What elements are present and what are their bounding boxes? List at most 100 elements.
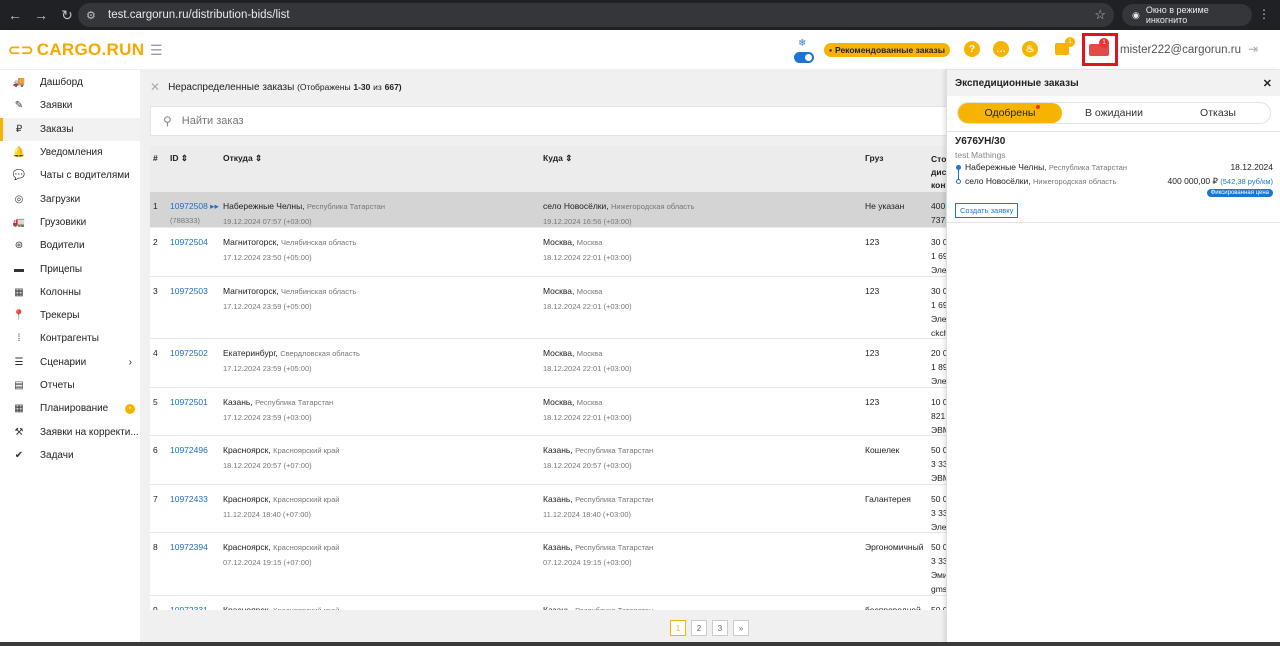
page-button[interactable]: »	[733, 620, 749, 636]
sidebar-item-label: Контрагенты	[40, 333, 99, 345]
browser-menu-icon[interactable]: ⋮	[1258, 7, 1270, 21]
order-id-link[interactable]: 10972496	[170, 445, 208, 455]
to-datetime: 11.12.2024 18:40 (+03:00)	[543, 510, 632, 519]
col-from[interactable]: Откуда ⇕	[223, 153, 262, 164]
sidebar-item-icon: ⁞	[17, 333, 21, 345]
order-id-link[interactable]: 10972501	[170, 397, 208, 407]
cargo: 123	[865, 397, 880, 407]
tab-approved[interactable]: Одобрены	[958, 103, 1062, 123]
sidebar-item[interactable]: ⁞ Контрагенты	[0, 327, 140, 350]
col-to[interactable]: Куда ⇕	[543, 153, 572, 164]
fire-icon[interactable]: ♨	[1022, 41, 1038, 57]
address-bar[interactable]: ⚙ test.cargorun.ru/distribution-bids/lis…	[78, 3, 1114, 27]
order-id-link[interactable]: 10972331	[170, 605, 208, 610]
back-icon[interactable]: ←	[4, 4, 26, 26]
sidebar-item-icon: ◎	[14, 193, 24, 205]
table-row[interactable]: 9 10972331 Красноярск, Красноярский край…	[150, 596, 948, 610]
table-row[interactable]: 5 10972501 Казань, Республика Татарстан 1…	[150, 388, 948, 436]
from-region: Республика Татарстан	[306, 202, 385, 211]
row-num: 4	[153, 348, 158, 358]
sidebar-item-label: Заявки	[40, 100, 73, 112]
sidebar-item-label: Уведомления	[40, 147, 103, 159]
sidebar-item-label: Отчеты	[40, 380, 75, 391]
sidebar-item[interactable]: ₽ Заказы	[0, 117, 140, 142]
sidebar-item[interactable]: ▦ Колонны	[0, 281, 140, 304]
page-button[interactable]: 1	[670, 620, 686, 636]
cargo: Кошелек	[865, 445, 900, 455]
bookmark-star-icon[interactable]: ☆	[1094, 7, 1106, 23]
page-button[interactable]: 2	[691, 620, 707, 636]
table-row[interactable]: 8 10972394 Красноярск, Красноярский край…	[150, 533, 948, 596]
menu-burger-icon[interactable]: ☰	[150, 42, 163, 59]
new-dot	[1036, 105, 1040, 109]
close-filter-icon[interactable]: ✕	[150, 80, 160, 94]
order-id-link[interactable]: 10972433	[170, 494, 208, 504]
user-email-dropdown[interactable]: mister222@cargorun.ru	[1120, 44, 1241, 56]
search-input[interactable]	[181, 115, 882, 127]
sidebar-item[interactable]: 🚚 Дашборд	[0, 71, 140, 94]
tab-pending-label: В ожидании	[1084, 107, 1144, 119]
sidebar-item[interactable]: ▤ Отчеты	[0, 374, 140, 397]
order-id-link[interactable]: 10972502	[170, 348, 208, 358]
logout-icon[interactable]: ⇥	[1248, 42, 1258, 56]
order-id-link[interactable]: 10972503	[170, 286, 208, 296]
to-region: Москва	[576, 398, 603, 407]
create-request-button[interactable]: Создать заявку	[955, 203, 1019, 218]
order-id-link[interactable]: 10972508 ▸▸	[170, 201, 219, 211]
sidebar-item[interactable]: 🚛 Грузовики	[0, 211, 140, 234]
tab-pending[interactable]: В ожидании	[1062, 103, 1166, 123]
sidebar-item[interactable]: ✎ Заявки	[0, 94, 140, 117]
to-city: Казань,	[543, 445, 573, 455]
reload-icon[interactable]: ↻	[56, 4, 78, 26]
sidebar-item[interactable]: ⊛ Водители	[0, 234, 140, 257]
col-num: #	[153, 153, 158, 163]
sidebar-item-icon: ₽	[15, 123, 23, 135]
sidebar-item-icon: ✔	[14, 449, 24, 461]
row-num: 2	[153, 237, 158, 247]
table-row[interactable]: 3 10972503 Магнитогорск, Челябинская обл…	[150, 277, 948, 339]
table-row[interactable]: 2 10972504 Магнитогорск, Челябинская обл…	[150, 228, 948, 277]
table-row[interactable]: 7 10972433 Красноярск, Красноярский край…	[150, 485, 948, 533]
sidebar-item[interactable]: ⚒ Заявки на корректи...	[0, 420, 140, 443]
help-icon[interactable]: ?	[964, 41, 980, 57]
table-row[interactable]: 4 10972502 Екатеринбург, Свердловская об…	[150, 339, 948, 388]
incognito-button[interactable]: ◉ Окно в режиме инкогнито	[1122, 4, 1252, 26]
title-range: 1-30	[353, 81, 371, 92]
order-price: 400 000,00 ₽	[1167, 176, 1218, 186]
page-button[interactable]: 3	[712, 620, 728, 636]
chat-icon[interactable]: …	[993, 41, 1009, 57]
theme-toggle[interactable]	[794, 52, 814, 63]
sidebar-item-icon: ▤	[14, 380, 24, 391]
logo[interactable]: ⊂⊃ CARGO.RUN	[8, 40, 144, 60]
sidebar-item-icon: ▦	[14, 286, 24, 298]
close-icon[interactable]: ✕	[1263, 77, 1272, 90]
sidebar-item[interactable]: ◎ Загрузки	[0, 187, 140, 210]
table-row[interactable]: 6 10972496 Красноярск, Красноярский край…	[150, 436, 948, 485]
col-id[interactable]: ID ⇕	[170, 153, 188, 164]
sidebar-item[interactable]: 🔔 Уведомления	[0, 141, 140, 164]
to-city: Казань,	[543, 494, 573, 504]
sidebar-item[interactable]: ✔ Задачи	[0, 444, 140, 467]
main-content: ✕ Нераспределенные заказы (Отображены 1-…	[140, 70, 948, 646]
tab-rejected[interactable]: Отказы	[1166, 103, 1270, 123]
table-row[interactable]: 1 10972508 ▸▸ (788333) Набережные Челны, …	[150, 192, 948, 228]
sidebar-item[interactable]: ▬ Прицепы	[0, 257, 140, 280]
site-info-icon[interactable]: ⚙	[86, 9, 102, 22]
recommended-orders-button[interactable]: ▪ Рекомендованные заказы	[824, 43, 950, 57]
sidebar-item-label: Планирование	[40, 403, 109, 415]
sidebar-item[interactable]: 💬 Чаты с водителями	[0, 164, 140, 187]
row-num: 1	[153, 201, 158, 211]
from-datetime: 11.12.2024 18:40 (+07:00)	[223, 510, 312, 519]
order-id-link[interactable]: 10972504	[170, 237, 208, 247]
sidebar-item[interactable]: 📍 Трекеры	[0, 304, 140, 327]
panel-title: Экспедиционные заказы	[955, 77, 1079, 89]
forward-icon[interactable]: →	[30, 4, 52, 26]
sidebar-item-label: Заявки на корректи...	[40, 426, 139, 438]
to-region: Москва	[576, 287, 603, 296]
sidebar-item[interactable]: ☰ Сценарии ›	[0, 351, 140, 374]
expedition-order-card[interactable]: У676УН/30 test Mathings Набережные Челны…	[955, 136, 1275, 218]
incognito-label: Окно в режиме инкогнито	[1145, 5, 1209, 25]
order-id-link[interactable]: 10972394	[170, 542, 208, 552]
sidebar-item[interactable]: ▦ Планирование •	[0, 397, 140, 420]
title-total: 667)	[384, 81, 402, 92]
